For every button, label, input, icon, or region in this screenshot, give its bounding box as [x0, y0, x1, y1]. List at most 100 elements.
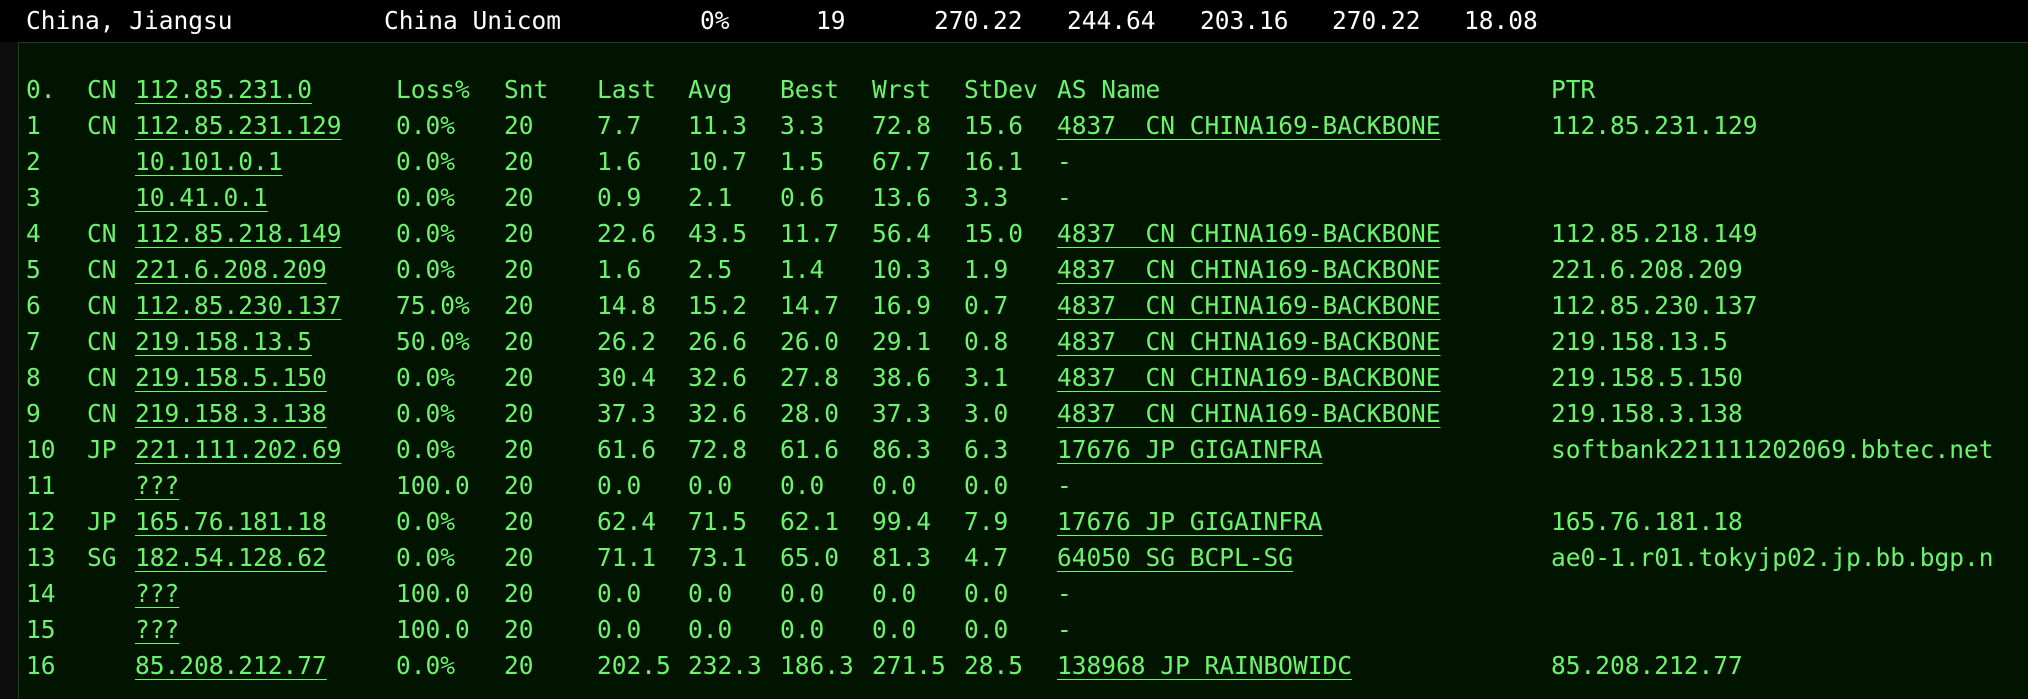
host-link[interactable]: 219.158.13.5: [135, 327, 312, 356]
ptr-value: 112.85.230.137: [1551, 291, 1758, 320]
summary-stdev: 18.08: [1464, 6, 1538, 35]
as-name-link[interactable]: 64050 SG BCPL-SG: [1057, 543, 1293, 572]
header-last: Last: [597, 75, 657, 104]
as-name-link: -: [1057, 471, 1072, 500]
sent-value: 20: [504, 363, 534, 392]
header-as-name: AS Name: [1057, 75, 1161, 104]
as-name-link[interactable]: 4837 CN CHINA169-BACKBONE: [1057, 219, 1441, 248]
country-code: SG: [87, 543, 117, 572]
best-value: 26.0: [780, 327, 840, 356]
hop-number: 11: [26, 471, 56, 500]
worst-value: 38.6: [872, 363, 932, 392]
stdev-value: 15.0: [964, 219, 1024, 248]
as-name-link[interactable]: 4837 CN CHINA169-BACKBONE: [1057, 255, 1441, 284]
stdev-value: 6.3: [964, 435, 1009, 464]
country-code: JP: [87, 507, 117, 536]
sent-value: 20: [504, 219, 534, 248]
sent-value: 20: [504, 111, 534, 140]
avg-value: 0.0: [688, 615, 733, 644]
host-link[interactable]: 10.41.0.1: [135, 183, 268, 212]
loss-value: 0.0%: [396, 147, 456, 176]
host-link[interactable]: ???: [135, 579, 179, 608]
loss-value: 0.0%: [396, 363, 456, 392]
as-name-link[interactable]: 4837 CN CHINA169-BACKBONE: [1057, 111, 1441, 140]
host-link[interactable]: 182.54.128.62: [135, 543, 327, 572]
last-value: 1.6: [597, 255, 642, 284]
host-link[interactable]: 85.208.212.77: [135, 651, 327, 680]
host-link[interactable]: 221.111.202.69: [135, 435, 342, 464]
host-link[interactable]: ???: [135, 471, 179, 500]
last-value: 1.6: [597, 147, 642, 176]
last-value: 71.1: [597, 543, 657, 572]
header-avg: Avg: [688, 75, 733, 104]
as-name-link[interactable]: 4837 CN CHINA169-BACKBONE: [1057, 399, 1441, 428]
sent-value: 20: [504, 183, 534, 212]
country-code: CN: [87, 111, 117, 140]
loss-value: 0.0%: [396, 399, 456, 428]
stdev-value: 4.7: [964, 543, 1009, 572]
host-link[interactable]: 219.158.5.150: [135, 363, 327, 392]
last-value: 0.0: [597, 615, 642, 644]
as-name-link[interactable]: 4837 CN CHINA169-BACKBONE: [1057, 291, 1441, 320]
host-link[interactable]: ???: [135, 615, 179, 644]
worst-value: 271.5: [872, 651, 946, 680]
host-link[interactable]: 219.158.3.138: [135, 399, 327, 428]
loss-value: 75.0%: [396, 291, 470, 320]
avg-value: 232.3: [688, 651, 762, 680]
as-name-link: -: [1057, 183, 1072, 212]
avg-value: 73.1: [688, 543, 748, 572]
ptr-value: 112.85.231.129: [1551, 111, 1758, 140]
as-name-link[interactable]: 138968 JP RAINBOWIDC: [1057, 651, 1352, 680]
summary-worst: 270.22: [1332, 6, 1421, 35]
stdev-value: 7.9: [964, 507, 1009, 536]
host-link[interactable]: 221.6.208.209: [135, 255, 327, 284]
as-name-link[interactable]: 17676 JP GIGAINFRA: [1057, 507, 1323, 536]
country-code: CN: [87, 399, 117, 428]
stdev-value: 28.5: [964, 651, 1024, 680]
hop-number: 13: [26, 543, 56, 572]
loss-value: 100.0: [396, 615, 470, 644]
table-row: 5 CN 221.6.208.209 0.0% 20 1.6 2.5 1.4 10.3 1.9 48…: [19, 255, 2028, 291]
hop-number: 16: [26, 651, 56, 680]
worst-value: 0.0: [872, 615, 917, 644]
last-value: 0.0: [597, 579, 642, 608]
ptr-value: 219.158.5.150: [1551, 363, 1743, 392]
hop-number: 1: [26, 111, 41, 140]
best-value: 14.7: [780, 291, 840, 320]
header-wrst: Wrst: [872, 75, 932, 104]
stdev-value: 0.8: [964, 327, 1009, 356]
last-value: 62.4: [597, 507, 657, 536]
host-link[interactable]: 10.101.0.1: [135, 147, 283, 176]
hop-number: 4: [26, 219, 41, 248]
avg-value: 0.0: [688, 579, 733, 608]
avg-value: 72.8: [688, 435, 748, 464]
table-row: 15??? 100.0 20 0.0 0.0 0.0 0.0 0.0 -: [19, 615, 2028, 651]
table-row: 3 10.41.0.1 0.0% 20 0.9 2.1 0.6 13.6 3.3 -: [19, 183, 2028, 219]
worst-value: 0.0: [872, 579, 917, 608]
ptr-value: 112.85.218.149: [1551, 219, 1758, 248]
sent-value: 20: [504, 399, 534, 428]
table-row: 12 JP 165.76.181.18 0.0% 20 62.4 71.5 62.1 99.4 7…: [19, 507, 2028, 543]
as-name-link[interactable]: 4837 CN CHINA169-BACKBONE: [1057, 327, 1441, 356]
stdev-value: 1.9: [964, 255, 1009, 284]
host-link[interactable]: 112.85.218.149: [135, 219, 342, 248]
mtr-report-panel: 0. CN 112.85.231.0 Loss% Snt Last Avg Be…: [18, 42, 2028, 699]
header-hop: 0.: [26, 75, 56, 104]
host-link[interactable]: 112.85.230.137: [135, 291, 342, 320]
best-value: 62.1: [780, 507, 840, 536]
stdev-value: 16.1: [964, 147, 1024, 176]
sent-value: 20: [504, 327, 534, 356]
loss-value: 0.0%: [396, 507, 456, 536]
as-name-link[interactable]: 4837 CN CHINA169-BACKBONE: [1057, 363, 1441, 392]
table-row: 16 85.208.212.77 0.0% 20 202.5 232.3 186.3 271.…: [19, 651, 2028, 687]
header-host-link[interactable]: 112.85.231.0: [135, 75, 312, 104]
ptr-value: 165.76.181.18: [1551, 507, 1743, 536]
host-link[interactable]: 165.76.181.18: [135, 507, 327, 536]
worst-value: 67.7: [872, 147, 932, 176]
hop-number: 12: [26, 507, 56, 536]
stdev-value: 0.7: [964, 291, 1009, 320]
as-name-link[interactable]: 17676 JP GIGAINFRA: [1057, 435, 1323, 464]
host-link[interactable]: 112.85.231.129: [135, 111, 342, 140]
stdev-value: 0.0: [964, 579, 1009, 608]
table-row: 1 CN 112.85.231.129 0.0% 20 7.7 11.3 3.3 72.8 15.…: [19, 111, 2028, 147]
